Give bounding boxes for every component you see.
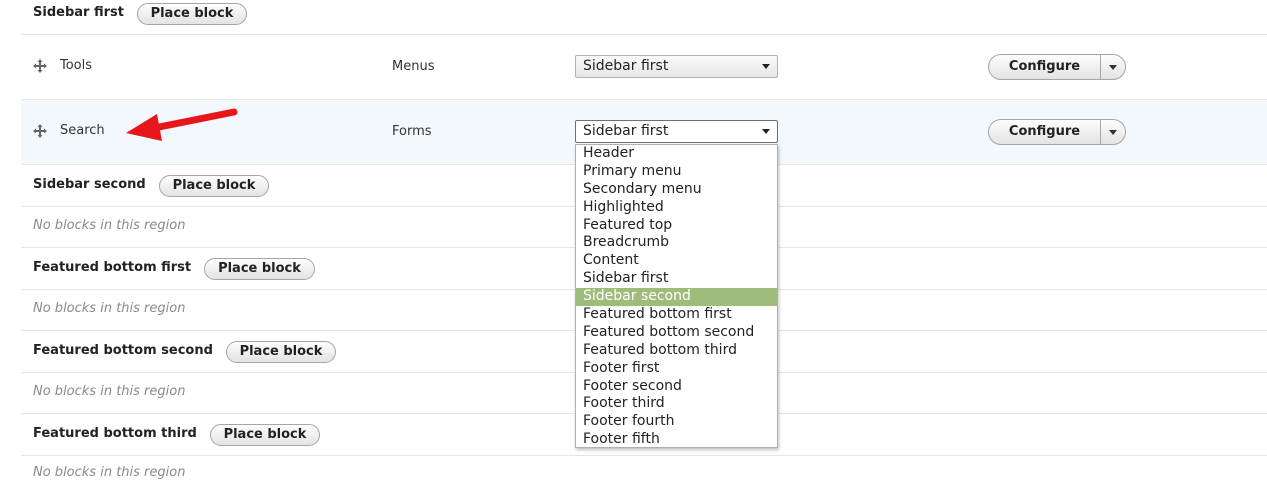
configure-button[interactable]: Configure [989,55,1100,79]
dropdown-option[interactable]: Featured bottom first [576,306,777,324]
caret-down-icon [1109,65,1117,70]
block-name-tools: Tools [60,58,93,73]
select-arrow-icon [762,64,770,69]
place-block-button-featured-bottom-first[interactable]: Place block [204,258,315,280]
region-select-value: Sidebar first [583,58,669,74]
dropdown-option[interactable]: Content [576,252,777,270]
place-block-button-featured-bottom-second[interactable]: Place block [226,341,336,363]
dropdown-option[interactable]: Footer fifth [576,431,777,449]
region-select-tools[interactable]: Sidebar first [575,55,778,78]
dropdown-option[interactable]: Featured bottom second [576,324,777,342]
empty-region-message: No blocks in this region [33,465,186,480]
configure-button[interactable]: Configure [989,120,1100,144]
region-select-search[interactable]: Sidebar first [575,120,778,143]
drag-handle-icon[interactable] [32,123,48,139]
region-title-featured-bottom-third: Featured bottom third [33,426,197,441]
block-category-tools: Menus [392,59,435,74]
row-divider [21,455,1267,456]
place-block-button-sidebar-second[interactable]: Place block [159,175,269,197]
place-block-button-featured-bottom-third[interactable]: Place block [210,424,320,446]
dropdown-option[interactable]: Featured bottom third [576,342,777,360]
region-title-featured-bottom-second: Featured bottom second [33,343,213,358]
drag-handle-icon[interactable] [32,58,48,74]
dropdown-option[interactable]: Highlighted [576,199,777,217]
empty-region-message: No blocks in this region [33,384,186,399]
dropdown-option[interactable]: Footer second [576,378,777,396]
block-name-search: Search [60,123,105,138]
region-dropdown-list[interactable]: Header Primary menu Secondary menu Highligh… [575,144,778,448]
configure-split-button-tools[interactable]: Configure [988,54,1126,80]
dropdown-option[interactable]: Footer fourth [576,413,777,431]
dropdown-option[interactable]: Breadcrumb [576,234,777,252]
operations-toggle[interactable] [1101,55,1125,79]
row-divider [21,34,1267,35]
block-category-search: Forms [392,124,432,139]
place-block-button-sidebar-first[interactable]: Place block [137,3,247,25]
empty-region-message: No blocks in this region [33,301,186,316]
select-arrow-icon [762,129,770,134]
dropdown-option[interactable]: Featured top [576,217,777,235]
dropdown-option[interactable]: Primary menu [576,163,777,181]
empty-region-message: No blocks in this region [33,218,186,233]
red-arrow-icon [126,108,238,141]
region-title-sidebar-first: Sidebar first [33,5,124,20]
configure-split-button-search[interactable]: Configure [988,119,1126,145]
caret-down-icon [1109,130,1117,135]
region-title-featured-bottom-first: Featured bottom first [33,260,192,275]
region-title-sidebar-second: Sidebar second [33,177,146,192]
dropdown-option[interactable]: Sidebar second [576,288,777,307]
dropdown-option[interactable]: Sidebar first [576,270,777,288]
dropdown-option[interactable]: Secondary menu [576,181,777,199]
dropdown-option[interactable]: Header [576,145,777,163]
region-select-value: Sidebar first [583,123,669,139]
dropdown-option[interactable]: Footer first [576,360,777,378]
operations-toggle[interactable] [1101,120,1125,144]
dropdown-option[interactable]: Footer third [576,395,777,413]
